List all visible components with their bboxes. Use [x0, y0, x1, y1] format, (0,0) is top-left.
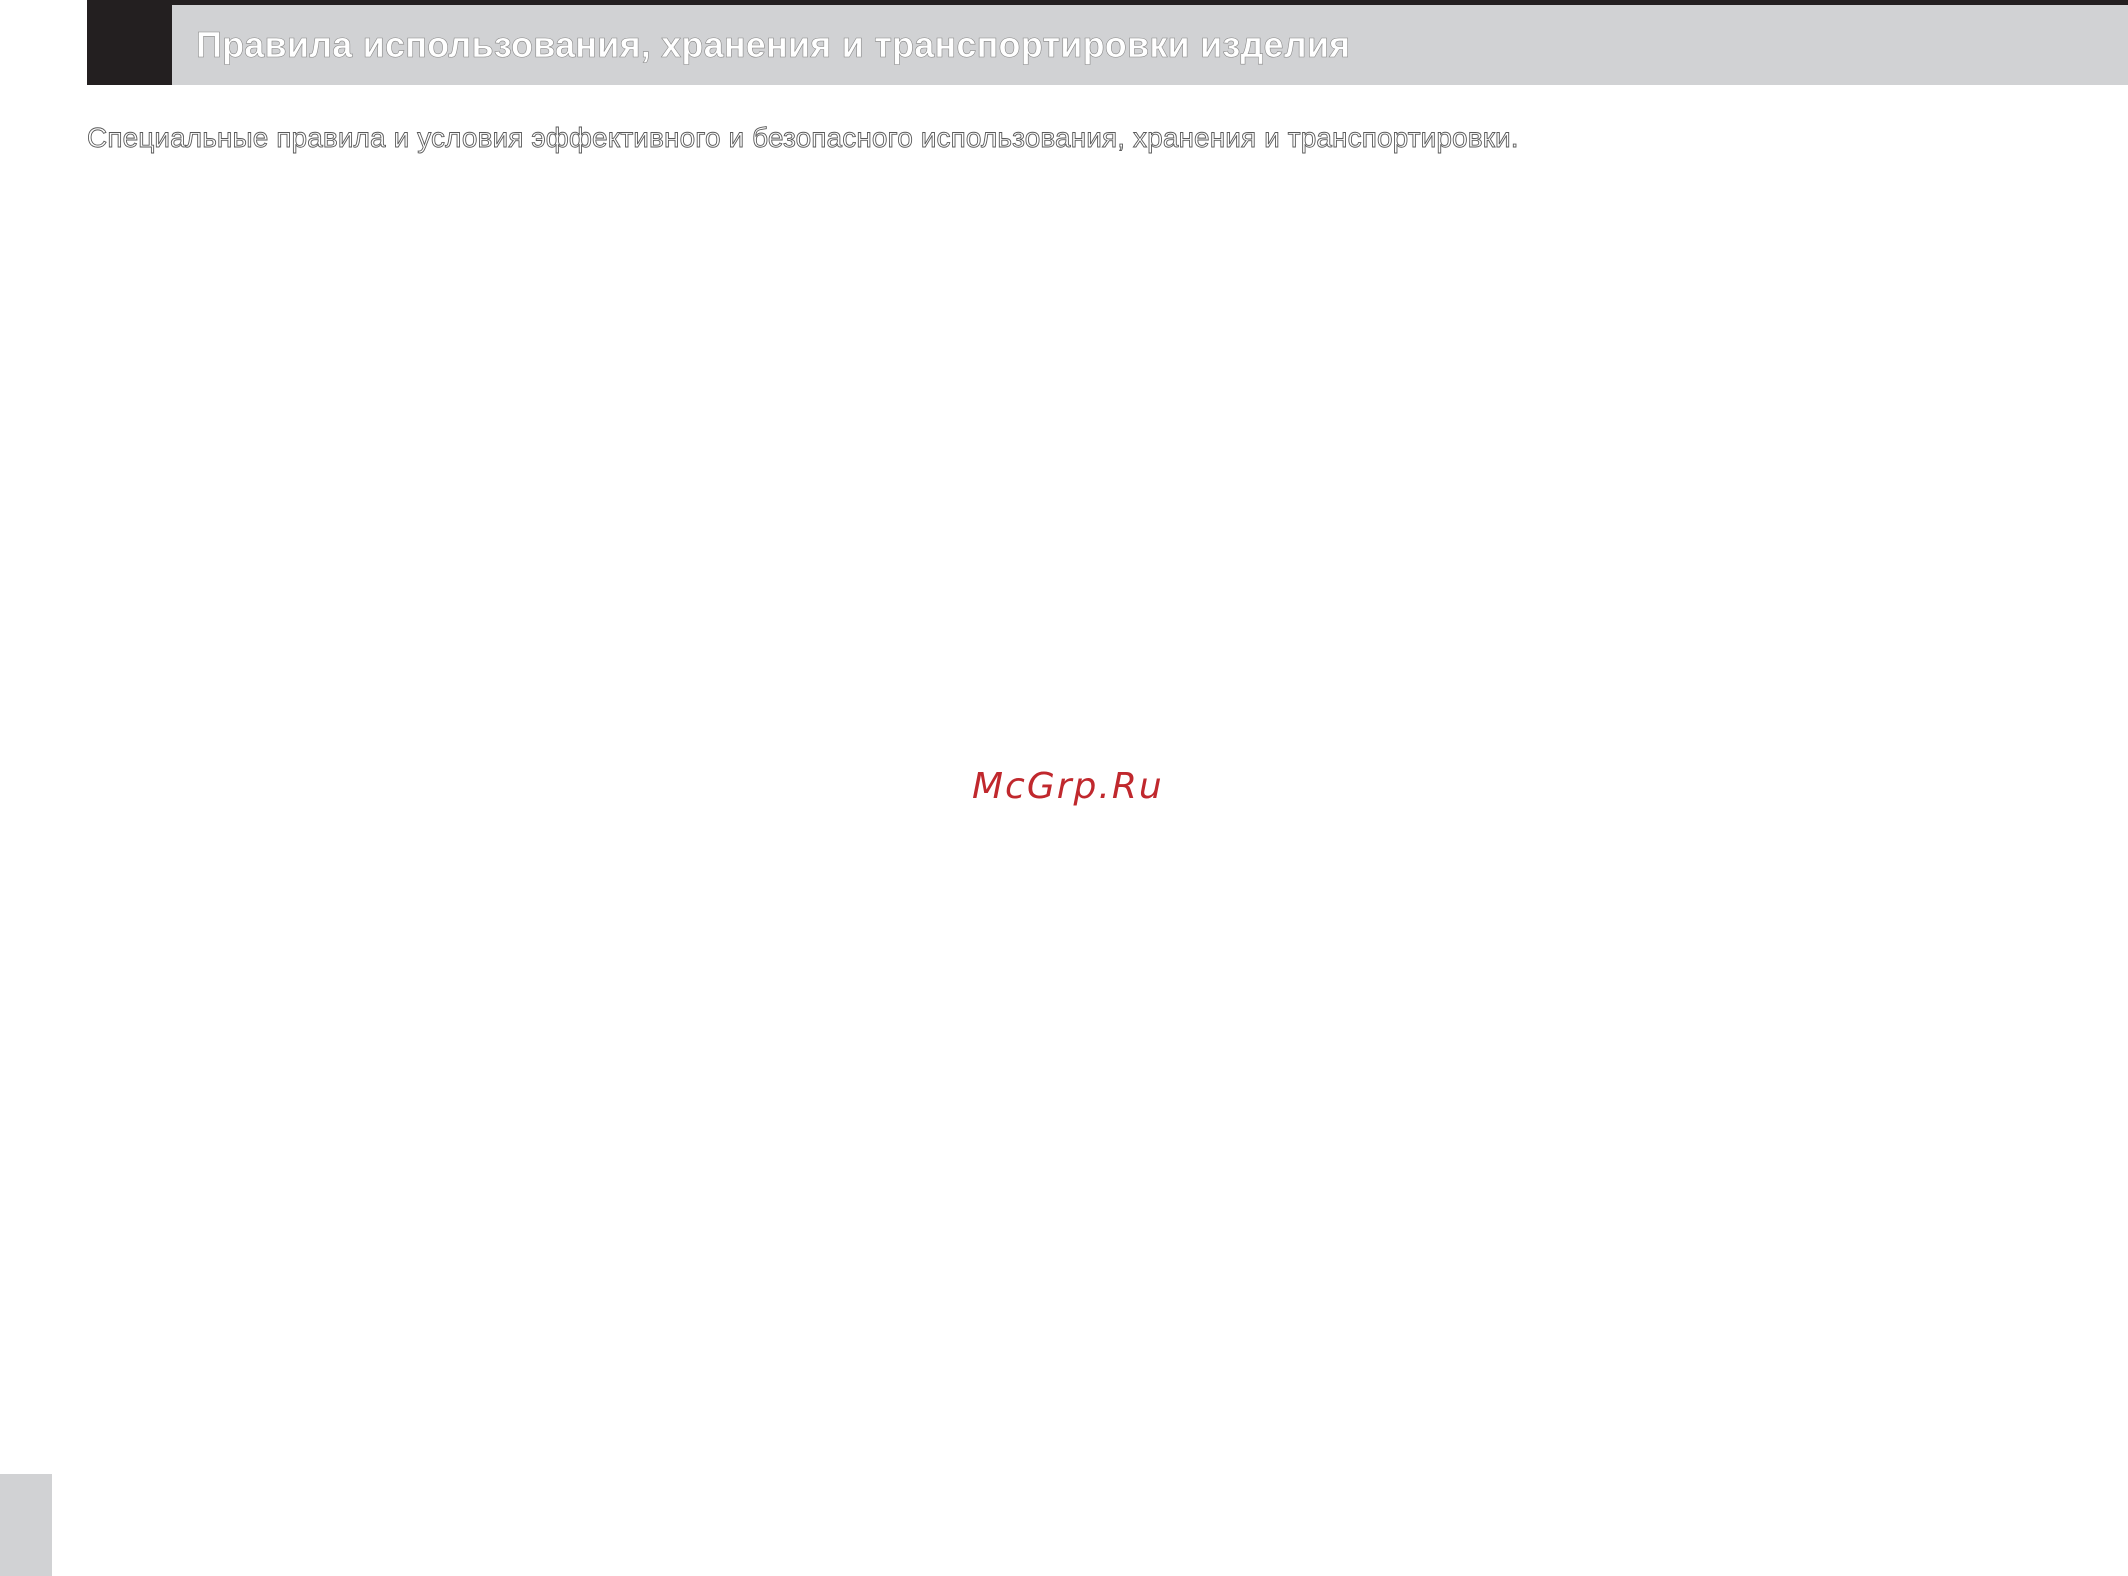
page-title: Правила использования, хранения и трансп… [196, 24, 1351, 66]
header-marker-block [87, 5, 172, 85]
watermark-text: McGrp.Ru [972, 766, 1164, 807]
intro-paragraph: Специальные правила и условия эффективно… [87, 122, 1519, 154]
page-edge-tab [0, 1474, 52, 1576]
header-title-area: Правила использования, хранения и трансп… [172, 5, 2128, 85]
section-header: Правила использования, хранения и трансп… [87, 0, 2128, 85]
